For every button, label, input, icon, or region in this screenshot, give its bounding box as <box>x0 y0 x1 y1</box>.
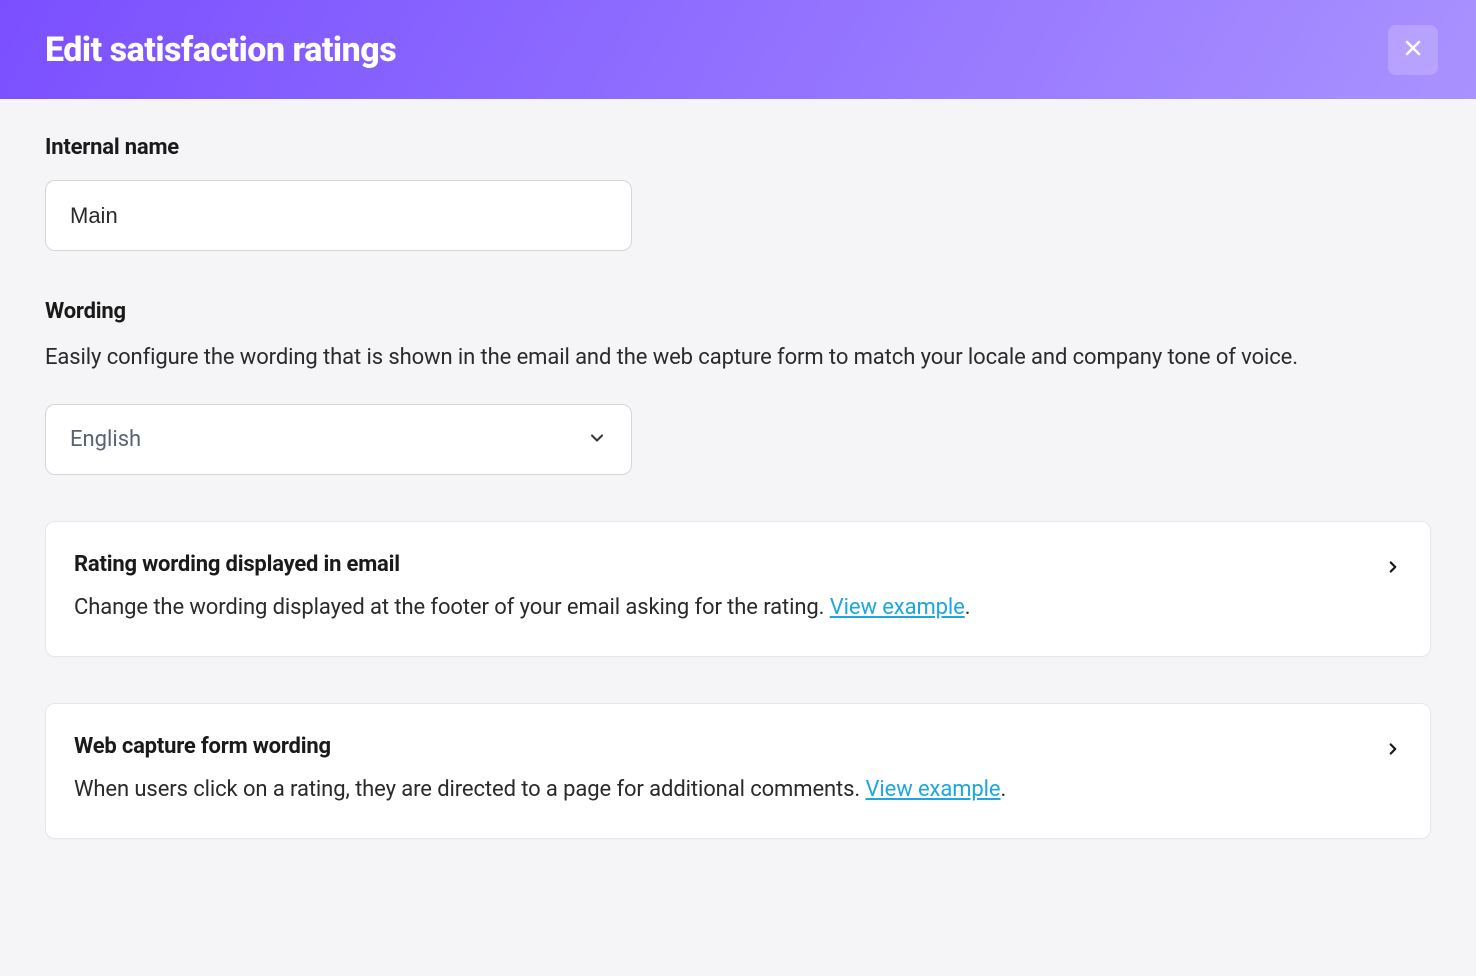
wording-section: Wording Easily configure the wording tha… <box>45 299 1431 475</box>
close-button[interactable] <box>1388 25 1438 75</box>
internal-name-input[interactable] <box>45 180 632 251</box>
card-content: Web capture form wording When users clic… <box>74 734 1364 806</box>
email-card-description-text: Change the wording displayed at the foot… <box>74 595 830 620</box>
email-card-description: Change the wording displayed at the foot… <box>74 591 1364 624</box>
internal-name-label: Internal name <box>45 135 1431 160</box>
email-view-example-link[interactable]: View example <box>830 595 965 620</box>
internal-name-section: Internal name <box>45 135 1431 251</box>
header: Edit satisfaction ratings <box>0 0 1476 99</box>
page-title: Edit satisfaction ratings <box>45 30 396 70</box>
chevron-down-icon <box>587 428 607 452</box>
web-capture-card-description-text: When users click on a rating, they are d… <box>74 777 865 802</box>
web-capture-card-period: . <box>1001 777 1007 802</box>
chevron-right-icon <box>1384 552 1402 576</box>
email-card-title: Rating wording displayed in email <box>74 552 1364 577</box>
web-capture-wording-card[interactable]: Web capture form wording When users clic… <box>45 703 1431 839</box>
email-card-period: . <box>965 595 971 620</box>
wording-description: Easily configure the wording that is sho… <box>45 340 1431 376</box>
web-capture-card-description: When users click on a rating, they are d… <box>74 773 1364 806</box>
wording-label: Wording <box>45 299 1431 324</box>
email-wording-card[interactable]: Rating wording displayed in email Change… <box>45 521 1431 657</box>
card-content: Rating wording displayed in email Change… <box>74 552 1364 624</box>
chevron-right-icon <box>1384 734 1402 758</box>
web-capture-view-example-link[interactable]: View example <box>865 777 1000 802</box>
web-capture-card-title: Web capture form wording <box>74 734 1364 759</box>
language-select-value: English <box>70 427 141 452</box>
language-select[interactable]: English <box>45 404 632 475</box>
content: Internal name Wording Easily configure t… <box>0 99 1476 875</box>
close-icon <box>1401 36 1425 64</box>
